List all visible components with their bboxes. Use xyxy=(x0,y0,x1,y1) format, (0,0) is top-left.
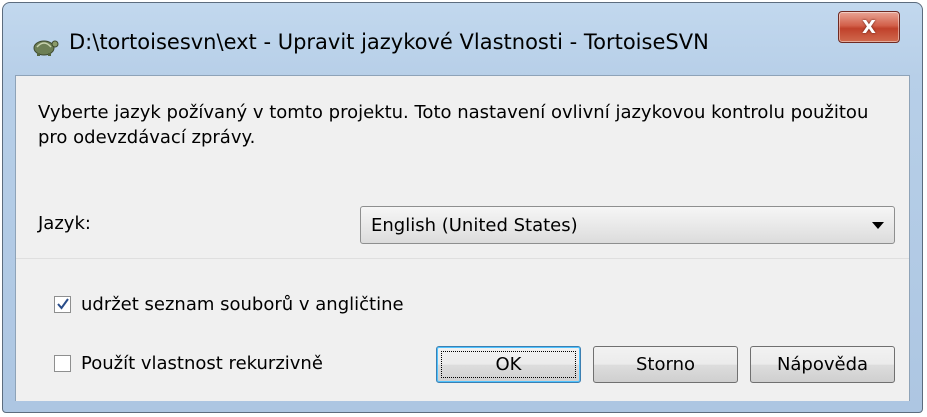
language-dropdown[interactable]: English (United States) xyxy=(360,206,895,244)
help-button[interactable]: Nápověda xyxy=(750,346,895,383)
ok-button[interactable]: OK xyxy=(436,346,581,383)
tortoise-icon xyxy=(31,35,59,57)
close-icon: X xyxy=(862,16,876,38)
cancel-button-label: Storno xyxy=(635,354,695,375)
recursive-label: Použít vlastnost rekurzivně xyxy=(81,353,323,374)
checkmark-icon xyxy=(57,298,69,310)
recursive-checkbox[interactable] xyxy=(54,355,71,372)
language-label: Jazyk: xyxy=(38,213,91,234)
help-button-label: Nápověda xyxy=(776,354,869,375)
window-title: D:\tortoisesvn\ext - Upravit jazykové Vl… xyxy=(69,30,709,54)
description-text: Vyberte jazyk požívaný v tomto projektu.… xyxy=(38,102,869,148)
dialog-window: D:\tortoisesvn\ext - Upravit jazykové Vl… xyxy=(2,2,923,413)
keep-english-filelist-checkbox[interactable] xyxy=(54,296,71,313)
options-panel: udržet seznam souborů v angličtine Použí… xyxy=(16,259,909,401)
keep-english-filelist-option[interactable]: udržet seznam souborů v angličtine xyxy=(54,294,404,315)
focus-rect xyxy=(441,351,576,378)
title-bar[interactable]: D:\tortoisesvn\ext - Upravit jazykové Vl… xyxy=(3,3,922,73)
close-button[interactable]: X xyxy=(838,11,900,43)
language-dropdown-value: English (United States) xyxy=(371,215,578,236)
recursive-option[interactable]: Použít vlastnost rekurzivně xyxy=(54,353,323,374)
language-panel: Vyberte jazyk požívaný v tomto projektu.… xyxy=(16,76,909,259)
dialog-client-area: Vyberte jazyk požívaný v tomto projektu.… xyxy=(15,75,910,401)
dropdown-arrow-icon xyxy=(872,222,884,229)
keep-english-filelist-label: udržet seznam souborů v angličtine xyxy=(81,294,404,315)
cancel-button[interactable]: Storno xyxy=(593,346,738,383)
